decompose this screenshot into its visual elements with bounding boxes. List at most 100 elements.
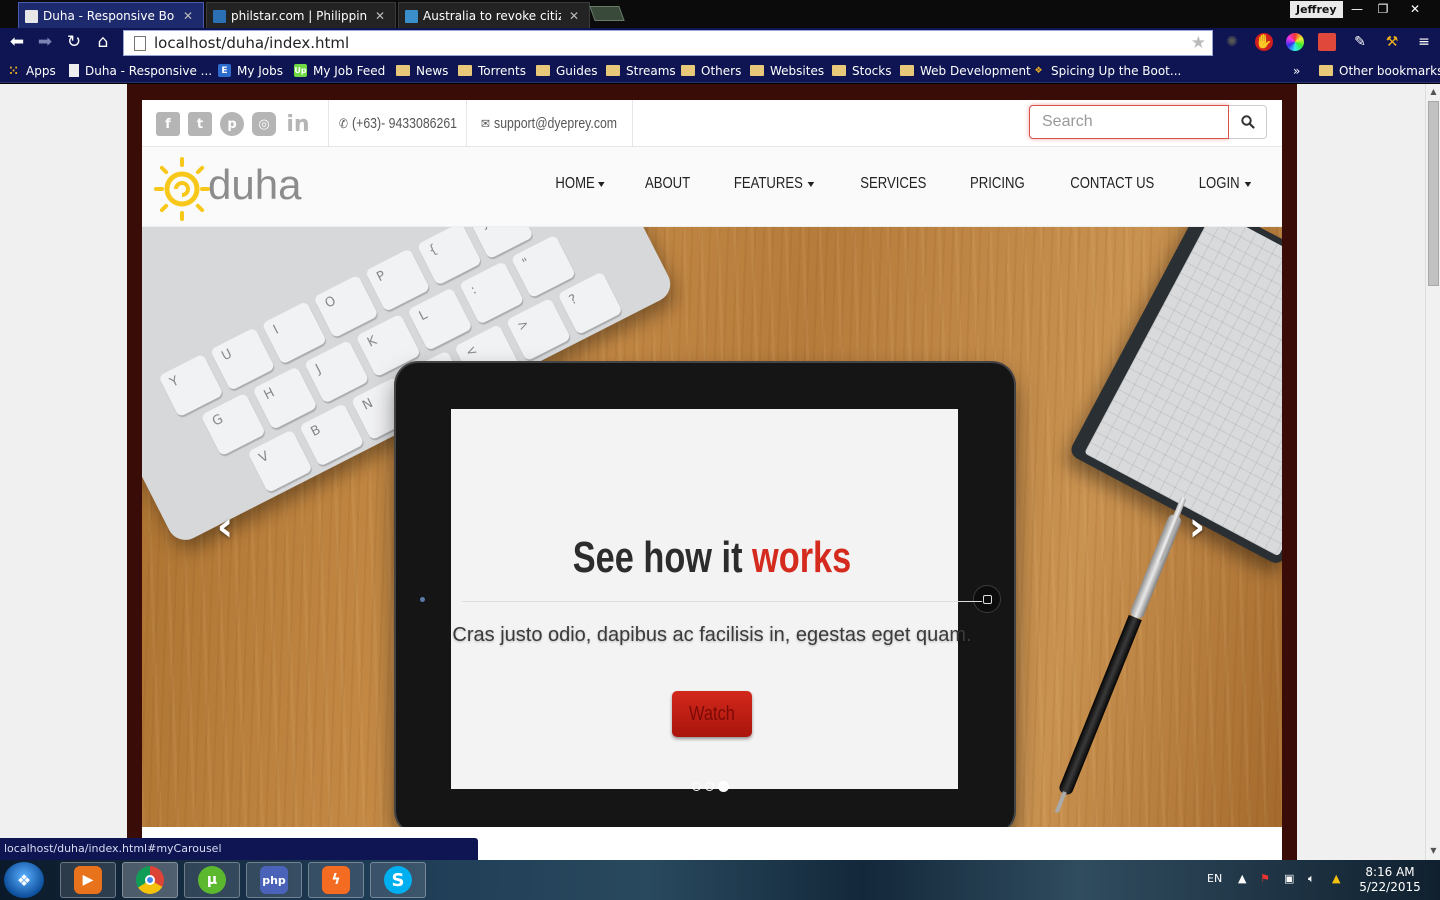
pocket-icon[interactable] — [1318, 33, 1336, 51]
email-address: support@dyeprey.com — [494, 115, 618, 132]
restore-icon[interactable]: ❐ — [1370, 0, 1396, 18]
profile-button[interactable]: Jeffrey — [1290, 1, 1343, 18]
folder-icon — [832, 65, 846, 76]
tab-duha[interactable]: Duha - Responsive Bootst ✕ — [18, 2, 204, 28]
carousel-indicator[interactable] — [692, 782, 701, 791]
address-url: localhost/duha/index.html — [154, 34, 350, 52]
bookmark-torrents[interactable]: Torrents — [458, 62, 526, 79]
carousel-indicator[interactable] — [705, 782, 714, 791]
watch-button[interactable]: Watch — [672, 691, 752, 737]
reload-icon[interactable]: ↻ — [63, 31, 85, 53]
bookmark-label: Guides — [556, 63, 598, 78]
bookmark-star-icon[interactable]: ★ — [1191, 33, 1206, 53]
taskbar-utorrent[interactable]: µ — [184, 862, 240, 898]
pinterest-icon[interactable]: p — [220, 112, 244, 136]
menu-icon[interactable]: ≡ — [1415, 33, 1433, 51]
eyedropper-icon[interactable]: ✎ — [1351, 33, 1369, 51]
close-window-icon[interactable]: ✕ — [1400, 0, 1430, 18]
system-clock[interactable]: 8:16 AM 5/22/2015 — [1355, 865, 1425, 895]
bookmark-web-development[interactable]: Web Development — [900, 62, 1031, 79]
clock-date: 5/22/2015 — [1359, 880, 1421, 894]
bookmark-spicing-up[interactable]: ❖ Spicing Up the Boot... — [1032, 62, 1181, 79]
tray-expand-icon[interactable]: ▲ — [1238, 872, 1246, 885]
close-icon[interactable]: ✕ — [375, 9, 385, 23]
taskbar-phpstorm[interactable]: php — [246, 862, 302, 898]
minimize-icon[interactable]: — — [1344, 0, 1370, 18]
google-drive-icon[interactable]: ▲ — [1332, 872, 1340, 885]
bookmark-my-job-feed[interactable]: Up My Job Feed — [294, 62, 385, 79]
carousel-next-chevron-icon[interactable]: › — [1182, 504, 1212, 550]
elance-icon: E — [218, 64, 231, 77]
volume-icon[interactable]: 🔈︎ — [1308, 872, 1315, 886]
network-icon[interactable]: ▣ — [1284, 872, 1294, 885]
scroll-up-icon[interactable]: ▲ — [1426, 84, 1440, 99]
close-icon[interactable]: ✕ — [569, 9, 579, 23]
instagram-icon[interactable]: ◎ — [252, 112, 276, 136]
hammer-icon[interactable]: ⚒ — [1383, 33, 1401, 51]
home-icon[interactable]: ⌂ — [92, 31, 114, 53]
language-indicator[interactable]: EN — [1207, 872, 1222, 885]
site-container: f t p ◎ in ✆ (+63)- 9433086261 ✉ support… — [142, 100, 1282, 860]
divider — [632, 100, 633, 146]
bookmark-label: My Jobs — [237, 63, 284, 78]
email-contact[interactable]: ✉ support@dyeprey.com — [481, 115, 617, 132]
bookmark-guides[interactable]: Guides — [536, 62, 598, 79]
scroll-thumb[interactable] — [1428, 101, 1439, 286]
taskbar-chrome[interactable] — [122, 862, 178, 898]
start-button-icon[interactable]: ❖ — [4, 862, 44, 898]
phone-number: (+63)- 9433086261 — [352, 115, 458, 132]
close-icon[interactable]: ✕ — [183, 9, 193, 23]
bookmark-my-jobs[interactable]: E My Jobs — [218, 62, 283, 79]
tab-australia[interactable]: Australia to revoke citizen ✕ — [398, 2, 590, 28]
phone-contact[interactable]: ✆ (+63)- 9433086261 — [339, 115, 457, 132]
clock-time: 8:16 AM — [1365, 865, 1415, 879]
menu-home[interactable]: HOME — [543, 175, 617, 193]
bookmark-other-bookmarks[interactable]: Other bookmarks — [1319, 62, 1440, 79]
page-scrollbar[interactable]: ▲ ▼ — [1425, 84, 1440, 860]
bookmarks-bar: ⁙ Apps Duha - Responsive ... E My Jobs U… — [0, 58, 1440, 83]
taskbar-xampp[interactable]: ϟ — [308, 862, 364, 898]
linkedin-icon[interactable]: in — [284, 112, 312, 137]
address-bar[interactable]: localhost/duha/index.html ★ — [123, 30, 1213, 56]
new-tab-button[interactable] — [589, 6, 625, 21]
menu-contact-us[interactable]: CONTACT US — [1058, 175, 1167, 193]
menu-features[interactable]: FEATURES — [722, 175, 827, 193]
bookmarks-overflow-button[interactable]: » — [1293, 62, 1300, 79]
bookmark-label: Apps — [26, 63, 56, 78]
facebook-icon[interactable]: f — [156, 112, 180, 136]
search-button[interactable] — [1229, 105, 1267, 139]
site-navbar: duha HOME ABOUT FEATURES SERVICES PRICIN… — [142, 147, 1282, 227]
scroll-down-icon[interactable]: ▼ — [1426, 843, 1440, 858]
flag-icon[interactable]: ⚑ — [1260, 872, 1270, 885]
back-arrow-icon[interactable]: ⬅ — [6, 31, 28, 53]
sun-logo-icon[interactable] — [154, 153, 212, 223]
tab-philstar[interactable]: philstar.com | Philippine N ✕ — [206, 2, 396, 28]
bookmark-news[interactable]: News — [396, 62, 448, 79]
menu-pricing[interactable]: PRICING — [958, 175, 1037, 193]
carousel-prev-chevron-icon[interactable]: ‹ — [210, 504, 240, 550]
search-input[interactable] — [1029, 105, 1229, 139]
bookmark-others[interactable]: Others — [681, 62, 741, 79]
folder-icon — [681, 65, 695, 76]
gear-icon[interactable]: ✺ — [1223, 33, 1241, 51]
menu-login[interactable]: LOGIN — [1187, 175, 1264, 193]
menu-about[interactable]: ABOUT — [633, 175, 703, 193]
color-picker-icon[interactable] — [1286, 33, 1304, 51]
bookmark-streams[interactable]: Streams — [606, 62, 676, 79]
adblock-icon[interactable]: ✋ — [1255, 33, 1273, 51]
bookmark-stocks[interactable]: Stocks — [832, 62, 891, 79]
logo-text[interactable]: duha — [208, 161, 301, 209]
bookmark-websites[interactable]: Websites — [750, 62, 824, 79]
forward-arrow-icon[interactable]: ➡ — [34, 31, 56, 53]
tablet-home-button — [973, 585, 1001, 613]
menu-services[interactable]: SERVICES — [848, 175, 939, 193]
bookmark-duha[interactable]: Duha - Responsive ... — [69, 62, 212, 79]
menu-label: ABOUT — [645, 175, 691, 192]
carousel-indicator-active[interactable] — [718, 781, 729, 792]
taskbar-media-player[interactable]: ▶ — [60, 862, 116, 898]
folder-icon — [900, 65, 914, 76]
bookmark-apps[interactable]: ⁙ Apps — [7, 62, 56, 79]
envelope-icon: ✉ — [481, 115, 490, 131]
twitter-icon[interactable]: t — [188, 112, 212, 136]
taskbar-skype[interactable]: S — [370, 862, 426, 898]
